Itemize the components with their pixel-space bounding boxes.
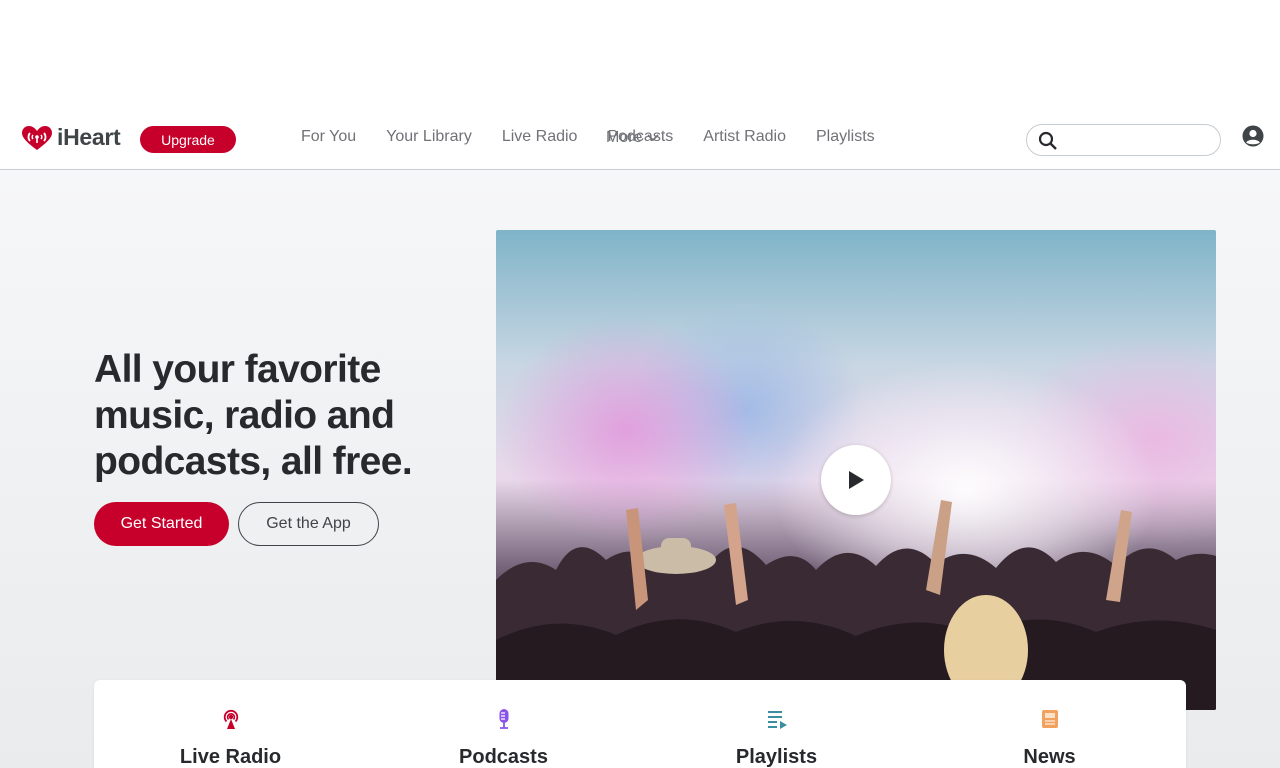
nav-for-you[interactable]: For You xyxy=(301,128,356,146)
nav-playlists[interactable]: Playlists xyxy=(816,128,875,146)
get-started-button[interactable]: Get Started xyxy=(94,502,229,546)
radio-tower-icon xyxy=(223,709,238,729)
playlist-icon xyxy=(767,711,787,729)
category-label: Live Radio xyxy=(179,746,282,768)
hero-video[interactable] xyxy=(496,230,1216,710)
main-nav: For You Your Library Live Radio Podcasts… xyxy=(301,128,905,146)
chevron-down-icon xyxy=(647,134,660,142)
iheart-logo[interactable]: iHeart xyxy=(20,124,121,151)
nav-your-library[interactable]: Your Library xyxy=(386,128,472,146)
category-news[interactable]: News xyxy=(913,680,1186,768)
category-panel: Live Radio Podcasts Playlists News xyxy=(94,680,1186,768)
search-box[interactable] xyxy=(1026,124,1221,156)
microphone-icon xyxy=(499,709,508,729)
get-the-app-button[interactable]: Get the App xyxy=(238,502,379,546)
search-input[interactable] xyxy=(1063,129,1213,151)
nav-artist-radio[interactable]: Artist Radio xyxy=(703,128,786,146)
hero-section: All your favorite music, radio and podca… xyxy=(0,170,1280,768)
category-label: Podcasts xyxy=(459,746,548,768)
search-icon xyxy=(1038,131,1057,150)
category-label: News xyxy=(1023,746,1076,768)
category-live-radio[interactable]: Live Radio xyxy=(94,680,367,768)
account-icon xyxy=(1242,125,1264,147)
play-icon xyxy=(849,471,864,489)
category-label: Playlists xyxy=(735,746,818,768)
newspaper-icon xyxy=(1041,710,1058,728)
nav-more-dropdown[interactable]: More xyxy=(606,129,660,147)
nav-more-label: More xyxy=(606,129,643,146)
play-video-button[interactable] xyxy=(821,445,891,515)
account-button[interactable] xyxy=(1242,125,1264,152)
brand-name: iHeart xyxy=(57,124,121,150)
nav-live-radio[interactable]: Live Radio xyxy=(502,128,578,146)
category-playlists[interactable]: Playlists xyxy=(640,680,913,768)
category-podcasts[interactable]: Podcasts xyxy=(367,680,640,768)
upgrade-button[interactable]: Upgrade xyxy=(140,126,236,153)
concert-crowd-image xyxy=(496,500,1216,710)
top-navigation-bar: iHeart Upgrade For You Your Library Live… xyxy=(0,108,1280,170)
hero-headline: All your favorite music, radio and podca… xyxy=(94,348,413,483)
iheart-logo-icon xyxy=(22,125,52,150)
